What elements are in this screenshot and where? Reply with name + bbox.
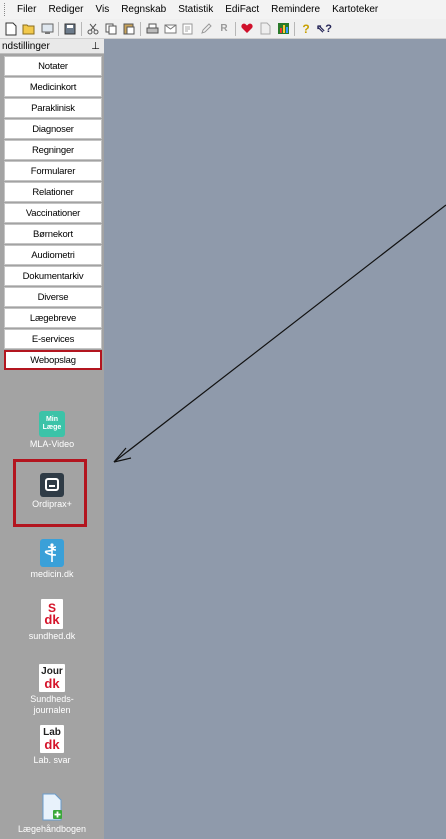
min-laege-icon-text-2: Læge bbox=[42, 424, 62, 431]
document-icon[interactable] bbox=[258, 22, 272, 36]
nav-button-paraklinisk[interactable]: Paraklinisk bbox=[4, 98, 102, 118]
launcher-sundhed-dk[interactable]: S dk sundhed.dk bbox=[0, 599, 104, 642]
paste-icon[interactable] bbox=[122, 22, 136, 36]
toolbar-separator bbox=[235, 21, 236, 36]
print-icon[interactable] bbox=[145, 22, 159, 36]
launcher-label: Ordiprax+ bbox=[32, 499, 72, 509]
workspace-area bbox=[104, 39, 446, 839]
menu-kartoteker[interactable]: Kartoteker bbox=[326, 0, 384, 19]
launcher-label: sundhed.dk bbox=[28, 631, 76, 641]
launcher-sundhedsjournalen[interactable]: Jour dk Sundheds- journalen bbox=[0, 664, 104, 716]
cut-icon[interactable] bbox=[86, 22, 100, 36]
help-icon[interactable]: ? bbox=[299, 22, 313, 36]
screen-icon[interactable] bbox=[40, 22, 54, 36]
sundhedsjournalen-icon: Jour dk bbox=[39, 664, 65, 692]
launcher-ordiprax[interactable]: Ordiprax+ bbox=[0, 473, 104, 510]
toolbar-separator bbox=[58, 21, 59, 36]
nav-button-diagnoser[interactable]: Diagnoser bbox=[4, 119, 102, 139]
copy-icon[interactable] bbox=[104, 22, 118, 36]
launcher-lab-svar[interactable]: Lab dk Lab. svar bbox=[0, 725, 104, 766]
nav-button-list: Notater Medicinkort Paraklinisk Diagnose… bbox=[0, 54, 104, 370]
heart-icon[interactable] bbox=[240, 22, 254, 36]
menu-bar: Filer Rediger Vis Regnskab Statistik Edi… bbox=[0, 0, 446, 19]
open-folder-icon[interactable] bbox=[22, 22, 36, 36]
nav-button-dokumentarkiv[interactable]: Dokumentarkiv bbox=[4, 266, 102, 286]
pin-icon[interactable]: ⊥ bbox=[91, 41, 100, 52]
nav-button-boernekort[interactable]: Børnekort bbox=[4, 224, 102, 244]
medicin-dk-icon bbox=[40, 539, 64, 567]
launcher-label: MLA-Video bbox=[29, 439, 75, 449]
nav-button-vaccinationer[interactable]: Vaccinationer bbox=[4, 203, 102, 223]
nav-button-e-services[interactable]: E-services bbox=[4, 329, 102, 349]
mail-icon[interactable] bbox=[163, 22, 177, 36]
lab-icon-bottom: dk bbox=[44, 737, 60, 752]
edit-icon[interactable] bbox=[199, 22, 213, 36]
new-file-icon[interactable] bbox=[4, 22, 18, 36]
panel-title: ndstillinger bbox=[2, 40, 50, 52]
journal-icon-bottom: dk bbox=[44, 676, 60, 691]
nav-button-audiometri[interactable]: Audiometri bbox=[4, 245, 102, 265]
context-help-icon[interactable]: ⇖? bbox=[316, 22, 332, 36]
launcher-label-line-2: journalen bbox=[33, 705, 71, 715]
launcher-mla-video[interactable]: Min Læge MLA-Video bbox=[0, 411, 104, 450]
menu-rediger[interactable]: Rediger bbox=[42, 0, 89, 19]
nav-button-webopslag[interactable]: Webopslag bbox=[4, 350, 102, 370]
menu-edifact[interactable]: EdiFact bbox=[219, 0, 265, 19]
save-icon[interactable] bbox=[63, 22, 77, 36]
toolbar-separator bbox=[294, 21, 295, 36]
launcher-label-line-1: Sundheds- bbox=[30, 694, 74, 704]
laegehaandbogen-icon bbox=[40, 792, 64, 822]
nav-button-notater[interactable]: Notater bbox=[4, 56, 102, 76]
min-laege-icon-text-1: Min bbox=[45, 416, 59, 423]
chart-icon[interactable] bbox=[276, 22, 290, 36]
print-preview-icon[interactable] bbox=[181, 22, 195, 36]
nav-button-regninger[interactable]: Regninger bbox=[4, 140, 102, 160]
menu-filer[interactable]: Filer bbox=[11, 0, 42, 19]
menu-remindere[interactable]: Remindere bbox=[265, 0, 326, 19]
launcher-medicin-dk[interactable]: medicin.dk bbox=[0, 539, 104, 580]
nav-button-diverse[interactable]: Diverse bbox=[4, 287, 102, 307]
menu-grip[interactable] bbox=[4, 3, 7, 16]
menu-vis[interactable]: Vis bbox=[89, 0, 115, 19]
menu-regnskab[interactable]: Regnskab bbox=[115, 0, 172, 19]
nav-button-medicinkort[interactable]: Medicinkort bbox=[4, 77, 102, 97]
min-laege-icon: Min Læge bbox=[39, 411, 65, 437]
lab-svar-icon: Lab dk bbox=[40, 725, 64, 753]
launcher-label: Lab. svar bbox=[33, 755, 71, 765]
toolbar-separator bbox=[81, 21, 82, 36]
toolbar-separator bbox=[140, 21, 141, 36]
nav-button-laegebreve[interactable]: Lægebreve bbox=[4, 308, 102, 328]
launcher-label: Lægehåndbogen bbox=[17, 824, 87, 834]
sundhed-icon-bottom: dk bbox=[44, 612, 60, 627]
nav-button-relationer[interactable]: Relationer bbox=[4, 182, 102, 202]
menu-statistik[interactable]: Statistik bbox=[172, 0, 219, 19]
ordiprax-icon bbox=[40, 473, 64, 497]
launcher-laegehaandbogen[interactable]: Lægehåndbogen bbox=[0, 792, 104, 835]
rx-icon[interactable]: R bbox=[217, 22, 231, 36]
toolbar: R ? ⇖? bbox=[0, 19, 446, 39]
nav-button-formularer[interactable]: Formularer bbox=[4, 161, 102, 181]
launcher-label: medicin.dk bbox=[30, 569, 74, 579]
panel-header: ndstillinger ⊥ bbox=[0, 39, 104, 54]
sundhed-dk-icon: S dk bbox=[41, 599, 63, 629]
